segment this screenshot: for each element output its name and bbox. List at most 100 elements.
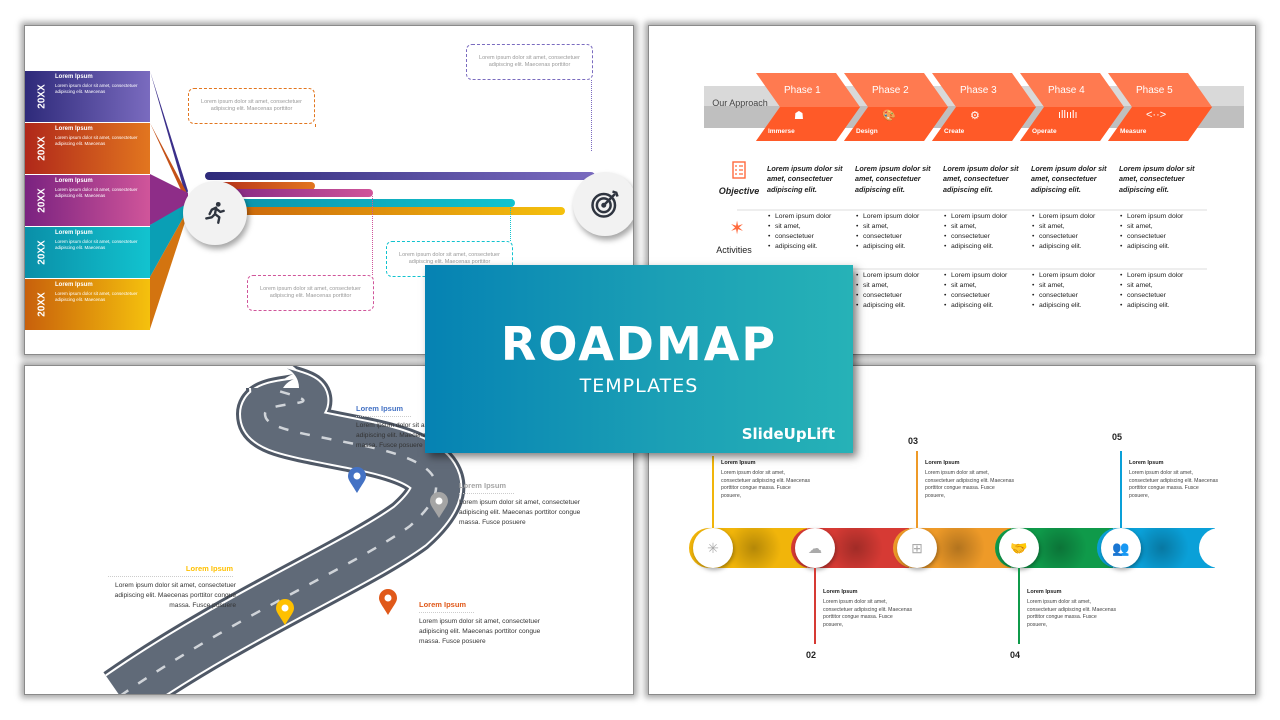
step-node-04[interactable]: 🤝 — [999, 528, 1039, 568]
bullet-item: •consectetuer — [768, 232, 814, 240]
row-label-activities: Activities — [716, 245, 752, 255]
bullet-dot: • — [944, 281, 947, 289]
bullet-dot: • — [1032, 291, 1035, 299]
progress-bar — [205, 207, 565, 215]
step-number: 05 — [1112, 432, 1123, 442]
milestone-title: Lorem Ipsum — [108, 564, 233, 577]
bullet-item: •sit amet, — [768, 222, 801, 230]
phase-name: Measure — [1120, 128, 1147, 135]
objective-cell: Lorem ipsum dolor sit amet, consectetuer… — [855, 164, 939, 208]
step-node-03[interactable]: ⊞ — [897, 528, 937, 568]
step-node-01[interactable]: ✳ — [693, 528, 733, 568]
band-year-text: 20XX — [36, 292, 48, 317]
bullet-dot: • — [1120, 291, 1123, 299]
map-pin-icon[interactable] — [275, 598, 295, 626]
bullet-dot: • — [1120, 222, 1123, 230]
bullet-item: •sit amet, — [1120, 281, 1153, 289]
band-title: Lorem Ipsum — [55, 74, 93, 80]
objective-cell: Lorem ipsum dolor sit amet, consectetuer… — [1119, 164, 1203, 208]
band-year: 20XX — [27, 175, 57, 226]
band-year: 20XX — [27, 279, 57, 330]
bullet-item: •adipiscing elit. — [1120, 301, 1170, 309]
step-desc: Lorem ipsum dolor sit amet, consectetuer… — [1027, 599, 1117, 628]
bullet-item: •adipiscing elit. — [944, 242, 994, 250]
row-divider — [737, 209, 1207, 211]
step-desc: Lorem ipsum dolor sit amet, consectetuer… — [1129, 470, 1219, 499]
step-number: 02 — [806, 650, 817, 660]
title-banner: ROADMAP TEMPLATES SlideUpLift — [425, 265, 853, 453]
bullet-item: •sit amet, — [1032, 222, 1065, 230]
phase-chevron-5[interactable]: Phase 5 <··> Measure — [1108, 73, 1212, 141]
band-desc: Lorem ipsum dolor sit amet, consectetuer… — [55, 187, 138, 198]
bullet-dot: • — [856, 222, 859, 230]
map-pin-icon[interactable] — [347, 466, 367, 494]
gears-icon: ⚙ — [970, 110, 980, 122]
step-node-05[interactable]: 👥 — [1101, 528, 1141, 568]
row-label-objective: Objective — [718, 186, 760, 196]
bullet-item: •adipiscing elit. — [1120, 242, 1170, 250]
band-desc: Lorem ipsum dolor sit amet, consectetuer… — [55, 291, 138, 302]
band-desc: Lorem ipsum dolor sit amet, consectetuer… — [55, 135, 138, 146]
bullet-dot: • — [768, 242, 771, 250]
band-title: Lorem Ipsum — [55, 230, 93, 236]
bullet-dot: • — [1032, 301, 1035, 309]
bullet-dot: • — [1120, 272, 1123, 279]
phase-label: Phase 5 — [1136, 85, 1173, 96]
step-desc: Lorem ipsum dolor sit amet, consectetuer… — [721, 470, 811, 499]
bullet-dot: • — [856, 301, 859, 309]
step-title: Lorem Ipsum — [1129, 460, 1164, 466]
bullet-dot: • — [944, 301, 947, 309]
bullet-dot: • — [856, 242, 859, 250]
milestone-desc: Lorem ipsum dolor sit amet, consectetuer… — [114, 582, 236, 609]
bullet-dot: • — [1032, 232, 1035, 240]
running-person-icon — [205, 201, 225, 224]
start-node — [183, 181, 247, 245]
phase-name: Design — [856, 128, 878, 135]
activity-cell: •Lorem ipsum dolor •sit amet, •consectetue… — [1031, 212, 1115, 268]
bullet-dot: • — [856, 281, 859, 289]
bullet-item: •consectetuer — [856, 291, 902, 299]
step-desc: Lorem ipsum dolor sit amet, consectetuer… — [823, 599, 913, 628]
code-arrows-icon: <··> — [1146, 109, 1167, 121]
band-year: 20XX — [27, 71, 57, 122]
year-band: 20XX Lorem Ipsum Lorem ipsum dolor sit ame… — [25, 175, 150, 226]
activity-cell: •Lorem ipsum dolor •sit amet, •consectetue… — [855, 212, 939, 268]
bullet-item: •adipiscing elit. — [856, 242, 906, 250]
step-desc: Lorem ipsum dolor sit amet, consectetuer… — [925, 470, 1015, 499]
step-title: Lorem Ipsum — [925, 460, 960, 466]
step-connector — [814, 568, 816, 644]
slideuplift-logo: SlideUpLift — [741, 425, 835, 443]
map-pin-icon[interactable] — [429, 491, 449, 519]
phase-label: Phase 4 — [1048, 85, 1085, 96]
bullet-dot: • — [944, 291, 947, 299]
phase-name: Create — [944, 128, 965, 135]
band-year: 20XX — [27, 227, 57, 278]
bullet-item: •adipiscing elit. — [1032, 242, 1082, 250]
bullet-item: •sit amet, — [856, 281, 889, 289]
bullet-dot: • — [856, 291, 859, 299]
network-icon: ✳ — [707, 539, 719, 556]
org-chart-icon: ⊞ — [911, 539, 923, 556]
bullet-item: •Lorem ipsum dolor — [1120, 272, 1184, 279]
people-icon: ☗ — [794, 110, 804, 122]
bullet-dot: • — [944, 272, 947, 279]
objective-cell: Lorem ipsum dolor sit amet, consectetuer… — [767, 164, 851, 208]
bullet-item: •Lorem ipsum dolor — [1032, 213, 1096, 220]
bullet-item: •adipiscing elit. — [944, 301, 994, 309]
step-number: 03 — [908, 436, 919, 446]
bullet-dot: • — [944, 222, 947, 230]
step-node-02[interactable]: ☁ — [795, 528, 835, 568]
palette-icon: 🎨 — [882, 110, 896, 122]
step-connector — [712, 456, 714, 528]
thought-cloud-icon: ☁ — [808, 539, 822, 556]
bullet-item: •sit amet, — [1032, 281, 1065, 289]
bullet-item: •consectetuer — [1120, 232, 1166, 240]
phase-name: Immerse — [768, 128, 795, 135]
callout-connector — [510, 206, 511, 241]
bullet-item: •consectetuer — [944, 291, 990, 299]
bullet-item: •Lorem ipsum dolor — [1032, 272, 1096, 279]
activity-cell: •Lorem ipsum dolor •sit amet, •consectetue… — [943, 271, 1027, 327]
progress-bar — [205, 199, 515, 207]
map-pin-icon[interactable] — [378, 588, 398, 616]
bullet-item: •Lorem ipsum dolor — [944, 213, 1008, 220]
